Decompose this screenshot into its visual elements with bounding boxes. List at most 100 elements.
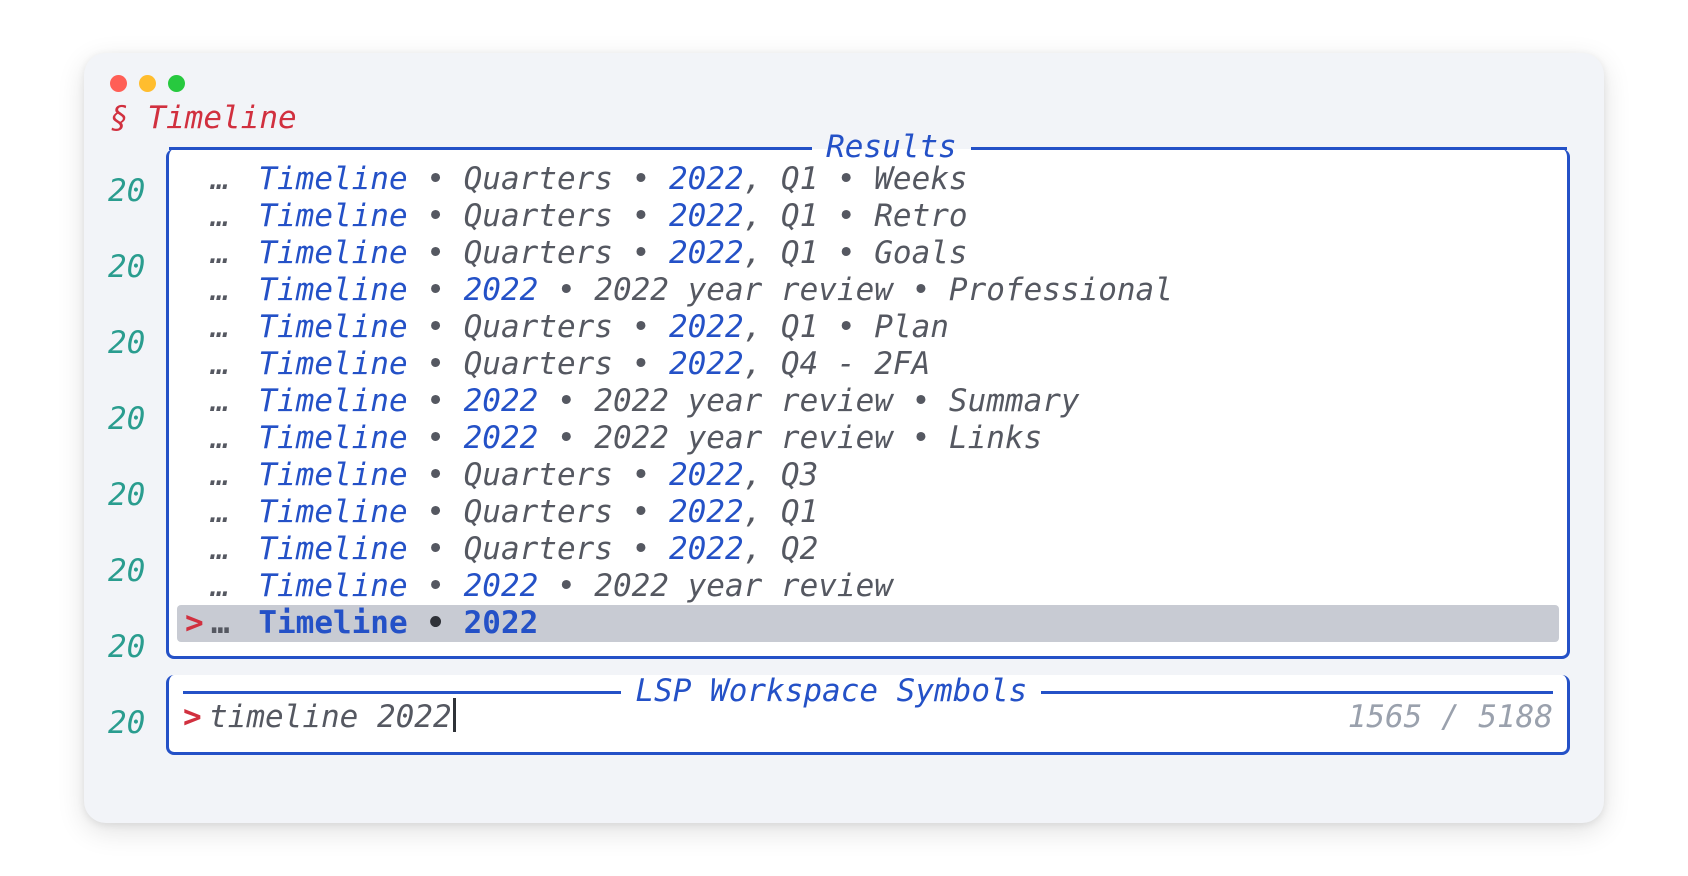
ellipsis-icon: … [211,531,258,568]
path-fragment: • [408,531,464,568]
match-fragment: Timeline [258,605,407,642]
path-fragment: , Q1 [744,235,819,272]
match-fragment: 2022 [669,309,744,346]
path-fragment: • [613,198,669,235]
gutter-line: 20 [108,229,145,305]
result-counter: 1565 / 5188 [1348,699,1553,736]
match-fragment: 2022 [669,531,744,568]
path-fragment: • [408,383,464,420]
path-fragment: • [893,383,949,420]
result-row[interactable]: … Timeline • Quarters • 2022, Q1 [177,494,1559,531]
result-row[interactable]: … Timeline • Quarters • 2022, Q3 [177,457,1559,494]
path-fragment: , Q4 - 2FA [744,346,931,383]
minimize-icon[interactable] [139,75,156,92]
path-fragment: • [818,309,874,346]
path-fragment: , Q2 [744,531,819,568]
result-row[interactable]: … Timeline • Quarters • 2022, Q1 • Goals [177,235,1559,272]
match-fragment: 2022 [464,568,539,605]
match-fragment: Timeline [258,272,407,309]
count-sep: / [1422,699,1478,735]
search-popup: LSP Workspace Symbols > timeline 2022 15… [166,675,1570,755]
path-fragment: • [613,457,669,494]
path-fragment: • [408,457,464,494]
search-query-text: timeline 2022 [209,699,452,735]
results-title: Results [812,129,971,166]
match-fragment: 2022 [669,494,744,531]
result-row[interactable]: … Timeline • 2022 • 2022 year review • L… [177,420,1559,457]
result-row[interactable]: … Timeline • 2022 • 2022 year review [177,568,1559,605]
path-fragment: • [893,420,949,457]
path-fragment: Links [949,420,1042,457]
path-fragment: Quarters [464,531,613,568]
ellipsis-icon: … [211,457,258,494]
close-icon[interactable] [110,75,127,92]
path-fragment: Quarters [464,235,613,272]
result-row[interactable]: … Timeline • Quarters • 2022, Q4 - 2FA [177,346,1559,383]
path-fragment: • [818,235,874,272]
window-controls [108,69,1580,100]
match-fragment: 2022 [464,272,539,309]
count-current: 1565 [1348,699,1423,735]
path-fragment: • [818,198,874,235]
prompt-icon: > [183,699,209,736]
maximize-icon[interactable] [168,75,185,92]
match-fragment: Timeline [258,568,407,605]
gutter-line: 20 [108,533,145,609]
match-fragment: 2022 [669,198,744,235]
ellipsis-icon: … [211,198,258,235]
path-fragment: • [538,272,594,309]
match-fragment: Timeline [258,531,407,568]
terminal-window: § Timeline 2020202020202020 Results … Ti… [84,53,1604,823]
path-fragment: • [613,309,669,346]
ellipsis-icon: … [211,235,258,272]
path-fragment: • [613,531,669,568]
path-fragment: • [408,346,464,383]
path-fragment: • [613,235,669,272]
ellipsis-icon: … [211,383,258,420]
path-fragment: , Q1 [744,198,819,235]
path-fragment: • [408,272,464,309]
path-fragment: • [893,272,949,309]
search-input[interactable]: timeline 2022 [209,693,456,736]
path-fragment: , Q1 [744,494,819,531]
match-fragment: Timeline [258,346,407,383]
path-fragment: • [613,346,669,383]
result-row[interactable]: … Timeline • Quarters • 2022, Q1 • Plan [177,309,1559,346]
path-fragment: Professional [949,272,1173,309]
gutter-line: 20 [108,609,145,685]
match-fragment: 2022 [669,346,744,383]
path-fragment: Quarters [464,309,613,346]
path-fragment: Goals [874,235,967,272]
path-fragment: 2022 year review [594,568,893,605]
result-row[interactable]: … Timeline • 2022 • 2022 year review • S… [177,383,1559,420]
section-symbol: § [110,100,129,136]
path-fragment: Quarters [464,198,613,235]
path-fragment: • [613,161,669,198]
path-fragment: • [408,605,464,642]
path-fragment: • [538,420,594,457]
ellipsis-icon: … [211,605,258,642]
result-row[interactable]: … Timeline • Quarters • 2022, Q1 • Retro [177,198,1559,235]
ellipsis-icon: … [211,272,258,309]
path-fragment: • [408,309,464,346]
search-title: LSP Workspace Symbols [621,673,1041,710]
match-fragment: Timeline [258,161,407,198]
selection-caret-icon: > [185,605,211,642]
match-fragment: 2022 [464,605,539,642]
path-fragment: Quarters [464,346,613,383]
result-row[interactable]: >… Timeline • 2022 [177,605,1559,642]
path-fragment: , Q1 [744,309,819,346]
path-fragment: Summary [949,383,1080,420]
result-row[interactable]: … Timeline • 2022 • 2022 year review • P… [177,272,1559,309]
path-fragment: • [408,235,464,272]
match-fragment: 2022 [669,235,744,272]
path-fragment: Plan [874,309,949,346]
gutter-line: 20 [108,305,145,381]
result-row[interactable]: … Timeline • Quarters • 2022, Q2 [177,531,1559,568]
match-fragment: 2022 [464,420,539,457]
match-fragment: Timeline [258,457,407,494]
path-fragment: , Q1 [744,161,819,198]
gutter-line: 20 [108,153,145,229]
gutter-line: 20 [108,457,145,533]
match-fragment: Timeline [258,309,407,346]
